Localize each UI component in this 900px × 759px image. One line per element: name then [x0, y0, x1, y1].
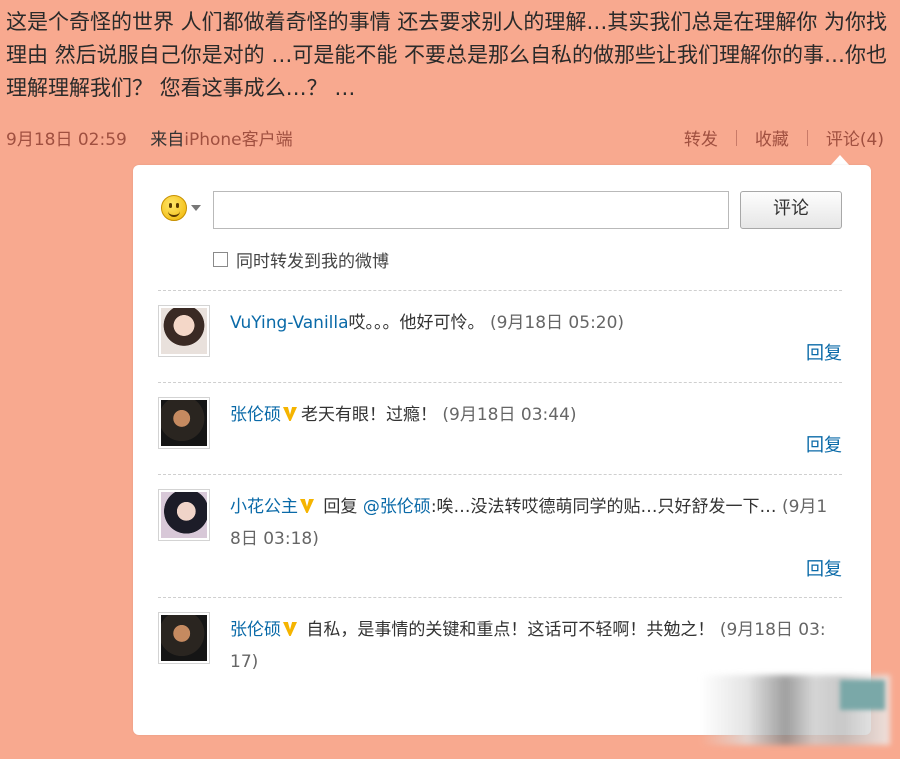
emoji-picker-button[interactable] — [161, 195, 201, 221]
watermark-blur — [840, 680, 885, 710]
mention-link[interactable]: @张伦硕 — [363, 497, 431, 517]
comment-username[interactable]: 张伦硕 — [230, 405, 281, 425]
action-divider — [806, 129, 808, 146]
divider — [158, 474, 842, 475]
comment-link[interactable]: 评论(4) — [826, 125, 884, 150]
verified-badge-icon — [300, 499, 314, 513]
comment-content: :唉…没法转哎德萌同学的贴…只好舒发一下… — [430, 497, 782, 517]
reply-link[interactable]: 回复 — [806, 339, 842, 365]
comment-body: 张伦硕 自私，是事情的关键和重点！这话可不轻啊！共勉之！ (9月18日 03:1… — [230, 614, 830, 678]
avatar[interactable] — [158, 489, 210, 541]
divider — [158, 290, 842, 291]
comment-content: 哎。。。他好可怜。 — [348, 313, 485, 333]
source-label: 来自 — [150, 130, 185, 150]
comment-body: VuYing-Vanilla哎。。。他好可怜。 (9月18日 05:20) — [230, 307, 830, 339]
comment-item: 小花公主 回复 @张伦硕:唉…没法转哎德萌同学的贴…只好舒发一下… (9月18日… — [158, 489, 842, 589]
reply-link[interactable]: 回复 — [806, 555, 842, 581]
favorite-link[interactable]: 收藏 — [755, 125, 789, 150]
comment-panel: 评论 同时转发到我的微博 VuYing-Vanilla哎。。。他好可怜。 (9月… — [133, 165, 871, 735]
post-meta: 9月18日 02:59 来自iPhone客户端 — [6, 125, 293, 150]
comment-time: (9月18日 05:20) — [489, 313, 625, 333]
comment-username[interactable]: 小花公主 — [230, 497, 298, 517]
repost-checkbox-row[interactable]: 同时转发到我的微博 — [213, 247, 389, 272]
source-link[interactable]: iPhone客户端 — [184, 130, 292, 150]
comment-item: VuYing-Vanilla哎。。。他好可怜。 (9月18日 05:20) 回复 — [158, 305, 842, 377]
repost-checkbox[interactable] — [213, 252, 228, 267]
divider — [158, 597, 842, 598]
submit-comment-button[interactable]: 评论 — [740, 191, 842, 229]
reply-prefix: 回复 — [323, 497, 358, 517]
comment-content: 老天有眼！过瘾！ — [301, 405, 437, 425]
repost-checkbox-label: 同时转发到我的微博 — [236, 252, 389, 272]
avatar[interactable] — [158, 612, 210, 664]
comment-username[interactable]: VuYing-Vanilla — [230, 313, 349, 333]
avatar[interactable] — [158, 305, 210, 357]
comment-time: (9月18日 03:44) — [442, 405, 577, 425]
verified-badge-icon — [283, 622, 297, 636]
comment-body: 小花公主 回复 @张伦硕:唉…没法转哎德萌同学的贴…只好舒发一下… (9月18日… — [230, 491, 830, 555]
divider — [158, 382, 842, 383]
comment-username[interactable]: 张伦硕 — [230, 620, 281, 640]
post-time[interactable]: 9月18日 02:59 — [6, 130, 127, 150]
avatar[interactable] — [158, 397, 210, 449]
comment-input[interactable] — [213, 191, 729, 229]
post-actions: 转发 收藏 评论(4) — [684, 125, 884, 150]
post-text: 这是个奇怪的世界 人们都做着奇怪的事情 还去要求别人的理解…其实我们总是在理解你… — [6, 10, 888, 100]
comment-content: 自私，是事情的关键和重点！这话可不轻啊！共勉之！ — [306, 620, 715, 640]
comment-item: 张伦硕 老天有眼！过瘾！ (9月18日 03:44) 回复 — [158, 397, 842, 469]
reply-link[interactable]: 回复 — [806, 431, 842, 457]
verified-badge-icon — [283, 407, 297, 421]
repost-link[interactable]: 转发 — [684, 125, 718, 150]
chevron-down-icon — [191, 205, 201, 211]
smiley-face-icon — [161, 195, 187, 221]
action-divider — [735, 129, 737, 146]
comment-body: 张伦硕 老天有眼！过瘾！ (9月18日 03:44) — [230, 399, 830, 431]
